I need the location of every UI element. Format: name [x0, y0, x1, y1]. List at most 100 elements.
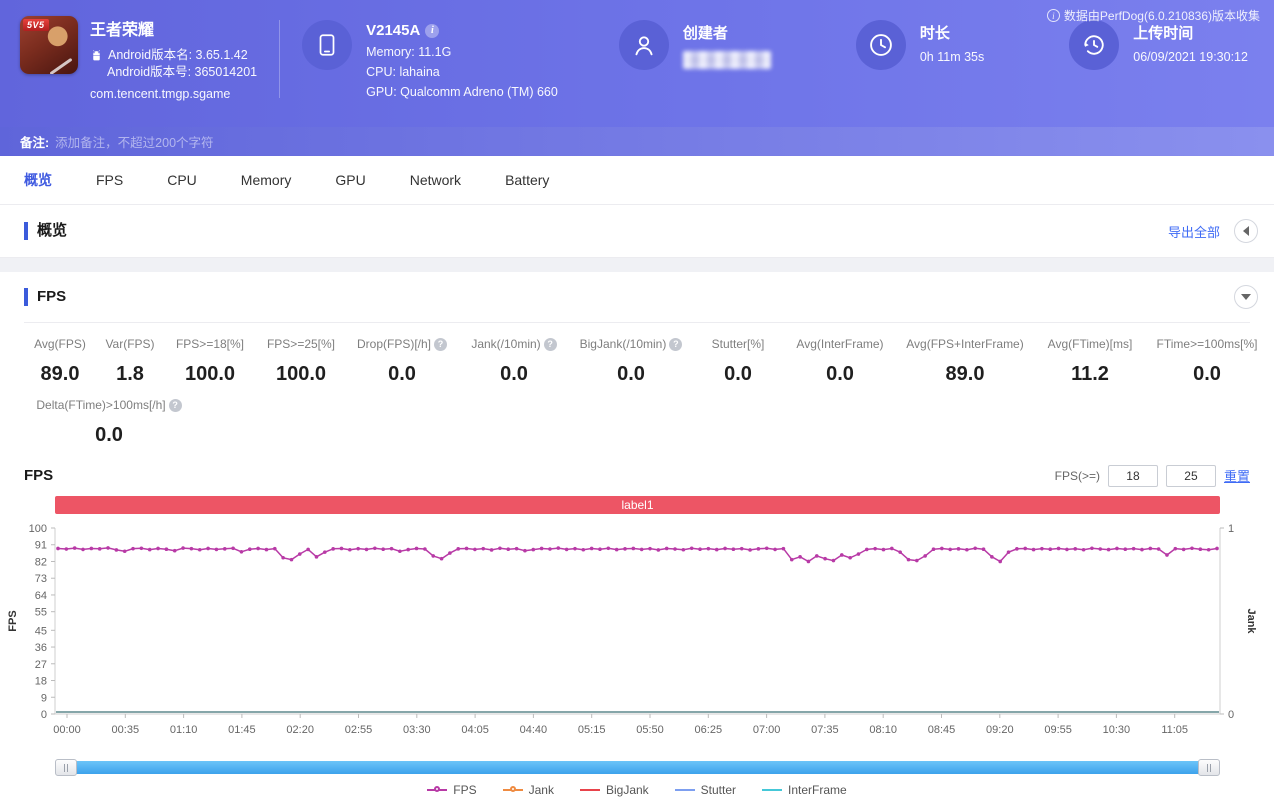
legend-item-bigjank[interactable]: BigJank — [579, 783, 649, 797]
reset-link[interactable]: 重置 — [1224, 466, 1250, 485]
stat-value: 0.0 — [388, 363, 416, 385]
svg-text:08:10: 08:10 — [869, 724, 897, 736]
stat-r1-3: FPS>=25[%] 100.0 — [256, 337, 346, 386]
svg-text:00:35: 00:35 — [112, 724, 140, 736]
fps-section-header: FPS — [0, 272, 1274, 322]
svg-text:09:55: 09:55 — [1044, 724, 1072, 736]
duration-value: 0h 11m 35s — [919, 50, 985, 64]
duration-label: 时长 — [919, 25, 950, 42]
fps-line-chart[interactable]: 100 91 82 73 64 55 45 36 27 18 9 0 1 0 00:00 00:35 01:10… — [0, 514, 1274, 752]
stat-value: 0.0 — [95, 424, 123, 446]
device-gpu: GPU: Qualcomm Adreno (TM) 660 — [366, 85, 558, 99]
fps-collapse-button[interactable] — [1234, 285, 1258, 309]
svg-text:02:20: 02:20 — [286, 724, 314, 736]
stat-label: Avg(FTime)[ms] — [1047, 337, 1133, 351]
stat-r1-6: BigJank(/10min)? 0.0 — [570, 337, 692, 386]
svg-text:18: 18 — [35, 676, 47, 688]
triangle-left-icon — [1243, 226, 1249, 236]
report-header: i 数据由PerfDog(6.0.210836)版本收集 5V5 王者荣耀 An… — [0, 0, 1274, 127]
svg-text:02:55: 02:55 — [345, 724, 373, 736]
svg-text:05:50: 05:50 — [636, 724, 664, 736]
stat-label: FPS>=18[%] — [175, 337, 245, 351]
tab-network[interactable]: Network — [410, 172, 461, 188]
upload-circle — [1069, 20, 1120, 70]
creator-name-redacted — [682, 51, 771, 69]
fps-stats-row-1: Avg(FPS) 89.0 Var(FPS) 1.8 FPS>=18[%] 100.0 FP… — [0, 323, 1274, 386]
game-icon-badge: 5V5 — [23, 19, 49, 31]
creator-label: 创建者 — [682, 25, 728, 42]
svg-text:73: 73 — [35, 573, 47, 585]
tab-fps[interactable]: FPS — [96, 172, 123, 188]
perfdog-version-note: i 数据由PerfDog(6.0.210836)版本收集 — [1046, 7, 1260, 24]
svg-text:55: 55 — [35, 607, 47, 619]
svg-text:04:05: 04:05 — [461, 724, 489, 736]
device-info-icon[interactable]: i — [425, 23, 440, 38]
tab-battery[interactable]: Battery — [505, 172, 549, 188]
clock-icon — [869, 34, 892, 56]
svg-text:07:00: 07:00 — [753, 724, 781, 736]
stat-r1-2: FPS>=18[%] 100.0 — [164, 337, 256, 386]
info-icon: i — [1046, 9, 1060, 22]
scrollbar-track[interactable] — [55, 761, 1220, 774]
tab-cpu[interactable]: CPU — [167, 172, 197, 188]
svg-text:9: 9 — [41, 692, 47, 704]
tab-gpu[interactable]: GPU — [335, 172, 365, 188]
header-divider — [279, 20, 281, 98]
remark-bar[interactable]: 备注: 添加备注，不超过200个字符 — [0, 127, 1274, 156]
svg-text:07:35: 07:35 — [811, 724, 839, 736]
scrollbar-left-handle[interactable] — [55, 759, 77, 776]
svg-text:01:45: 01:45 — [228, 724, 256, 736]
scrollbar-right-handle[interactable] — [1198, 759, 1220, 776]
stat-r1-10: Avg(FTime)[ms] 11.2 — [1034, 337, 1146, 386]
svg-text:05:15: 05:15 — [578, 724, 606, 736]
tab-memory[interactable]: Memory — [241, 172, 292, 188]
svg-text:82: 82 — [35, 556, 47, 568]
svg-text:27: 27 — [35, 659, 47, 671]
legend-item-jank[interactable]: Jank — [502, 783, 554, 797]
stat-label: FPS>=25[%] — [266, 337, 336, 351]
chart-legend: FPS Jank BigJank Stutter InterFrame — [0, 777, 1274, 801]
device-cpu: CPU: lahaina — [366, 65, 440, 79]
help-icon[interactable]: ? — [543, 337, 557, 351]
stat-value: 11.2 — [1071, 363, 1109, 385]
legend-label: FPS — [453, 783, 477, 797]
duration-circle — [855, 20, 906, 70]
stat-label: FTime>=100ms[%] — [1156, 337, 1258, 351]
fps-threshold-high-input[interactable] — [1165, 464, 1216, 487]
stat-label: Avg(FPS) — [34, 337, 86, 351]
legend-item-fps[interactable]: FPS — [427, 783, 477, 797]
svg-text:Jank: Jank — [1245, 608, 1257, 634]
svg-text:08:45: 08:45 — [928, 724, 956, 736]
svg-text:36: 36 — [35, 642, 47, 654]
legend-item-stutter[interactable]: Stutter — [674, 783, 736, 797]
stat-value: 89.0 — [40, 363, 80, 385]
svg-text:91: 91 — [35, 540, 47, 552]
fps-threshold-low-input[interactable] — [1107, 464, 1158, 487]
legend-dot — [509, 786, 516, 792]
help-icon[interactable]: ? — [669, 337, 683, 351]
overview-collapse-button[interactable] — [1234, 219, 1258, 243]
svg-text:0: 0 — [41, 709, 47, 721]
tab-概览[interactable]: 概览 — [24, 170, 52, 190]
source-note-text: 数据由PerfDog(6.0.210836)版本收集 — [1063, 9, 1260, 23]
overview-title: 概览 — [24, 222, 67, 240]
game-title: 王者荣耀 — [90, 22, 155, 39]
stat-label: Delta(FTime)>100ms[/h] — [36, 398, 166, 412]
stat-value: 100.0 — [275, 363, 327, 385]
help-icon[interactable]: ? — [168, 398, 182, 412]
export-all-link[interactable]: 导出全部 — [1168, 222, 1220, 241]
legend-marker — [502, 786, 523, 792]
stat-value: 1.8 — [116, 363, 144, 385]
fps-chart-title: FPS — [24, 467, 54, 484]
stat-r1-9: Avg(FPS+InterFrame) 89.0 — [896, 337, 1034, 386]
stat-r1-1: Var(FPS) 1.8 — [96, 337, 164, 386]
chart-label-banner: label1 — [55, 496, 1220, 514]
stat-label: Var(FPS) — [105, 337, 155, 351]
fps-chart-area[interactable]: 100 91 82 73 64 55 45 36 27 18 9 0 1 0 00:00 00:35 01:10… — [0, 514, 1274, 757]
stat-label: Drop(FPS)[/h] — [356, 337, 431, 351]
svg-text:01:10: 01:10 — [170, 724, 198, 736]
legend-item-interframe[interactable]: InterFrame — [762, 783, 847, 797]
help-icon[interactable]: ? — [434, 337, 447, 351]
